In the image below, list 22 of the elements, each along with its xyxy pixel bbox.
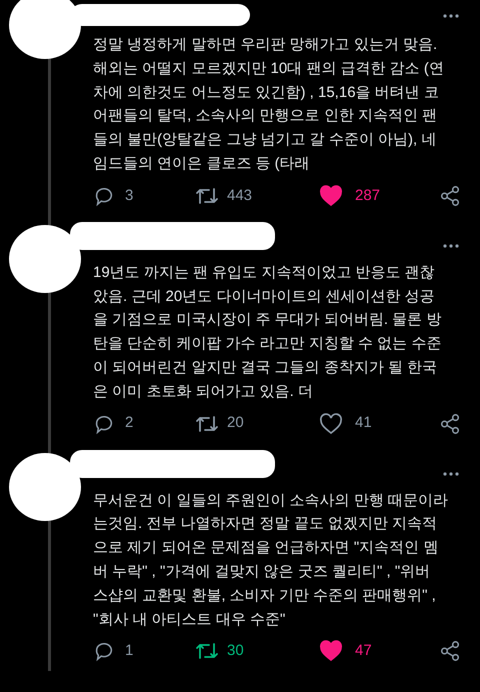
reply-count: 2 bbox=[125, 413, 134, 434]
reply-count: 1 bbox=[125, 641, 134, 662]
heart-icon[interactable] bbox=[319, 412, 343, 435]
more-icon[interactable] bbox=[443, 244, 459, 248]
like-count: 47 bbox=[355, 641, 372, 662]
more-icon[interactable] bbox=[443, 14, 459, 18]
heart-icon[interactable] bbox=[319, 184, 343, 207]
share-icon[interactable] bbox=[439, 640, 461, 662]
reply-icon[interactable] bbox=[93, 640, 115, 662]
like-count: 287 bbox=[355, 186, 380, 206]
retweet-count: 443 bbox=[227, 186, 252, 206]
reply-count: 3 bbox=[125, 186, 134, 206]
retweet-count: 20 bbox=[227, 413, 244, 434]
tweet-text: 19년도 까지는 팬 유입도 지속적이었고 반응도 괜찮 았음. 근데 20년도 다이너마이트의 센세이션한 성공 을 기점으로 미국시장이 주 무대가 되어버림. 물론 방 탄을 단순히 케이팝 가수 라고만 지칭할 수 없는 수준 이 되어버린건 알지만 결국 그들의 종착지가 될 한국 은 이미 초토화 되어가고 있음. 더 bbox=[93, 262, 442, 402]
heart-icon[interactable] bbox=[319, 640, 343, 662]
tweet-text: 무서운건 이 일들의 주원인이 소속사의 만행 때문이라 는것임. 전부 나열하자면 정말 끝도 없겠지만 지속적 으로 제기 되어온 문제점을 언급하자면 "지속적인 멤 버 누락" , "가격에 걸맞지 않은 굿즈 퀄리티" , "위버 스샵의 교환및 환불, 소비자 기만 수준의 판매행위" , "회사 내 아티스트 대우 수준" bbox=[93, 490, 450, 630]
tweet-text: 정말 냉정하게 말하면 우리판 망해가고 있는거 맞음. 해외는 어떨지 모르겠지만 10대 팬의 급격한 감소 (연 차에 의한것도 어느정도 있긴함) , 15,16을 버텨낸 코 어팬들의 탈덕, 소속사의 만행으로 인한 지속적인 팬 들의 불만(앙탈같은 그냥 넘기고 갈 수준이 아님), 네 임드들의 연이은 클로즈 등 (타래 bbox=[93, 35, 445, 174]
share-icon[interactable] bbox=[439, 412, 461, 435]
share-icon[interactable] bbox=[439, 184, 461, 207]
more-icon[interactable] bbox=[443, 472, 459, 476]
like-count: 41 bbox=[355, 413, 372, 434]
retweet-count: 30 bbox=[227, 641, 244, 662]
